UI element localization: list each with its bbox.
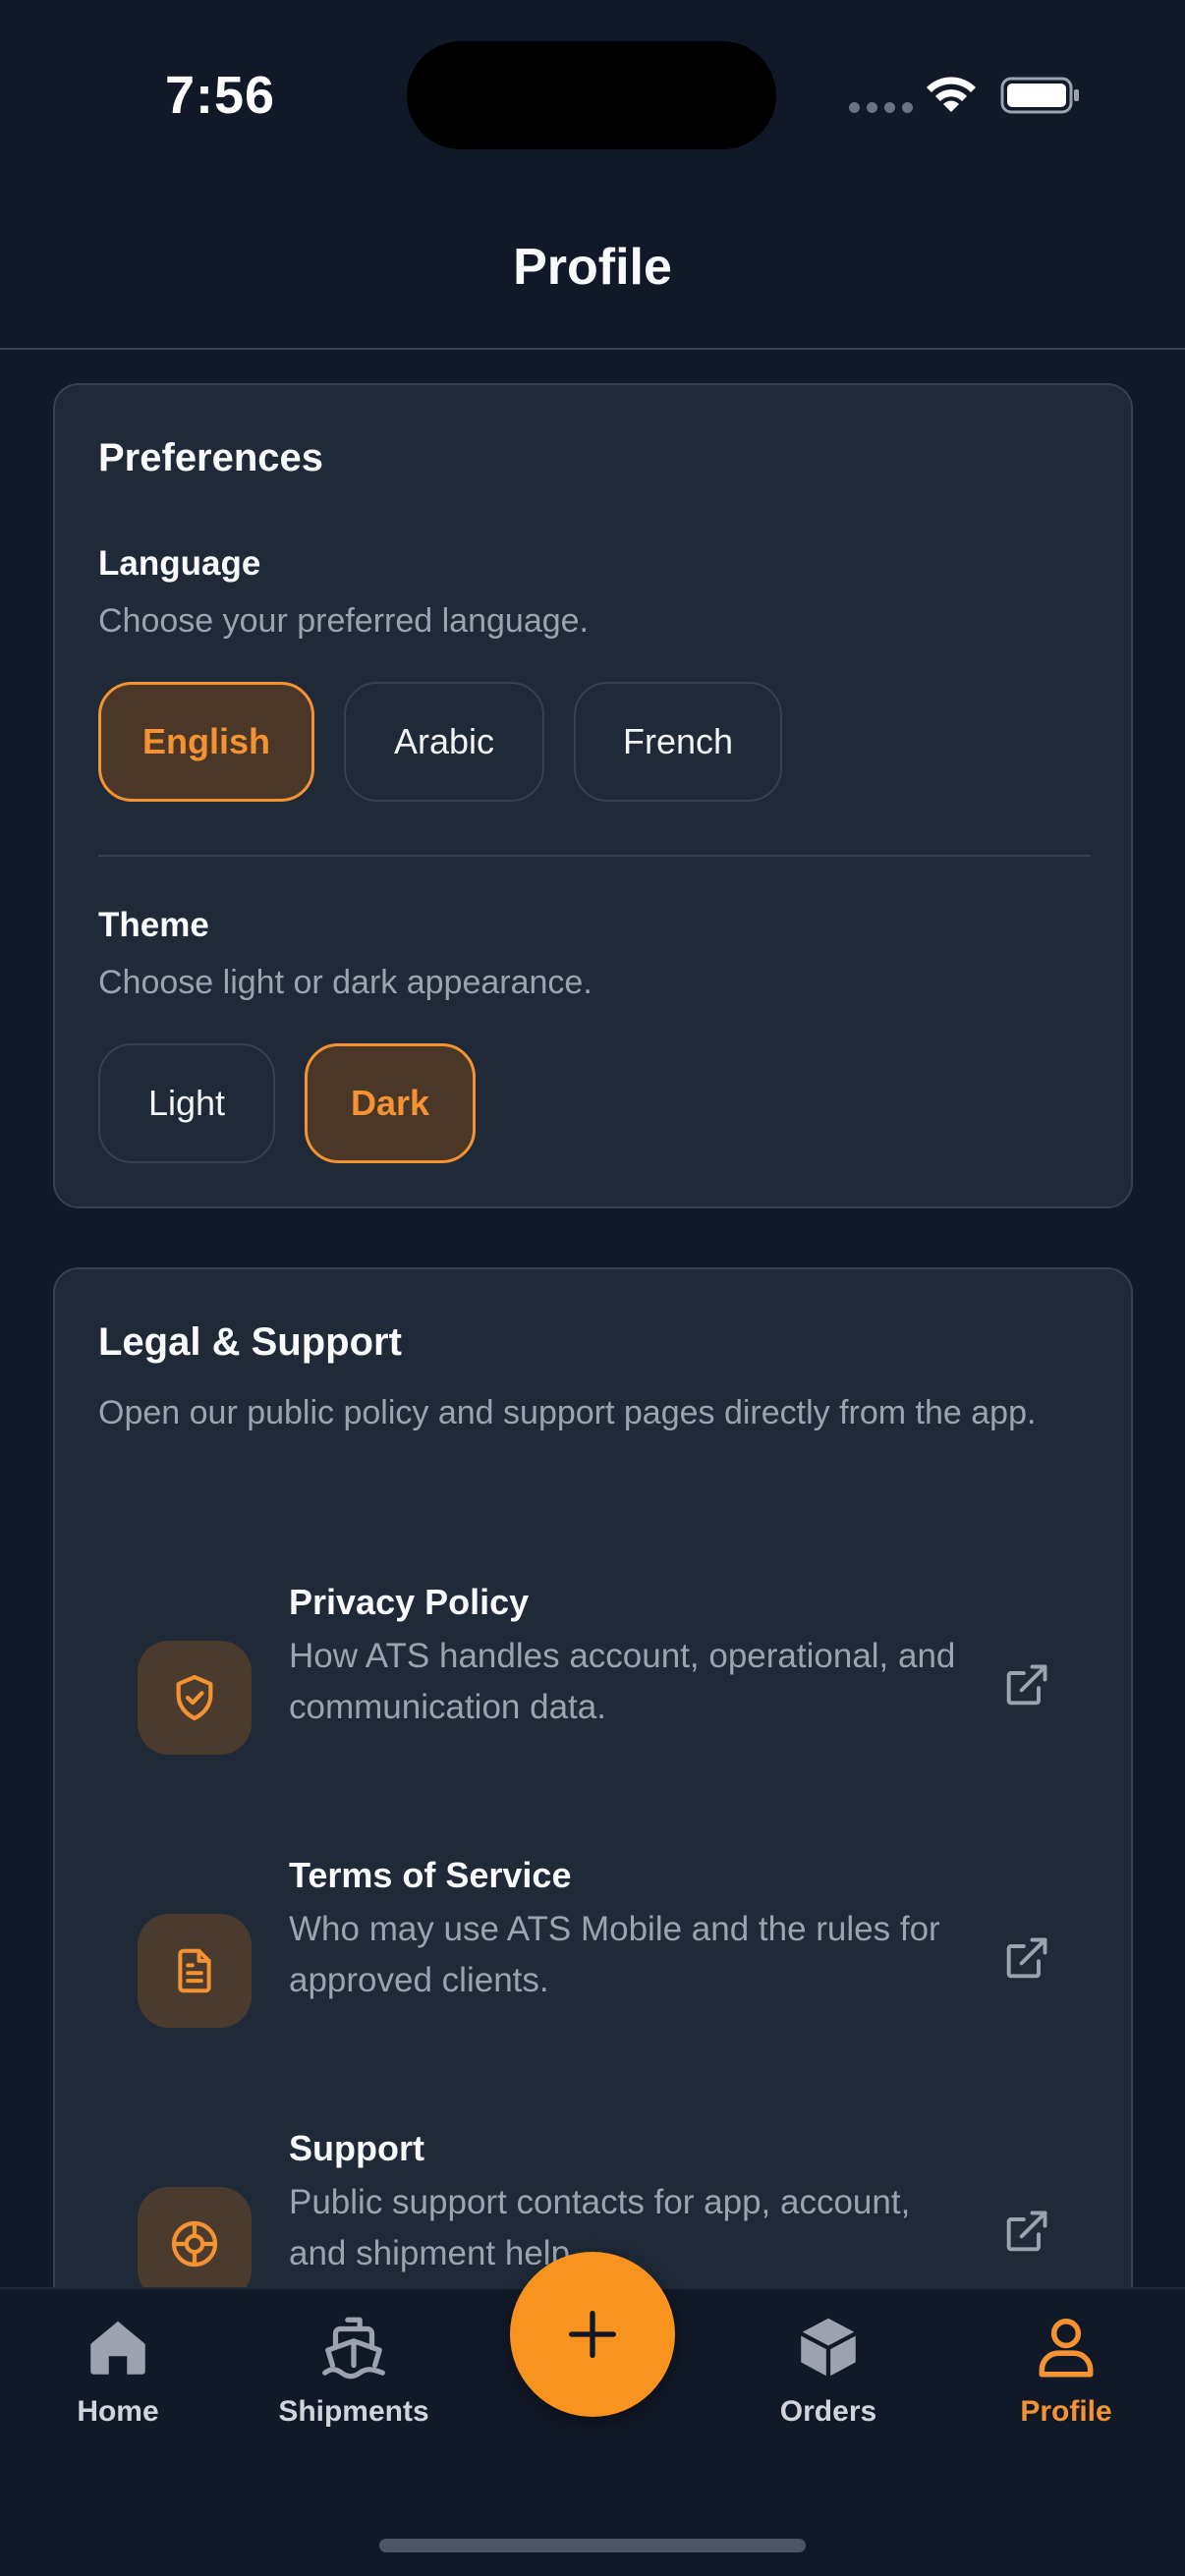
shield-check-icon bbox=[138, 1641, 252, 1755]
legal-item-terms-of-service[interactable]: Terms of Service Who may use ATS Mobile … bbox=[98, 1855, 1091, 2051]
tab-home[interactable]: Home bbox=[20, 2311, 216, 2429]
section-divider bbox=[98, 855, 1091, 857]
wifi-icon bbox=[927, 77, 976, 112]
legal-item-title: Support bbox=[289, 2128, 424, 2168]
status-time: 7:56 bbox=[165, 66, 276, 125]
legal-item-description: How ATS handles account, operational, an… bbox=[289, 1637, 956, 1726]
add-button[interactable] bbox=[510, 2252, 675, 2417]
tab-label: Home bbox=[77, 2395, 159, 2428]
battery-icon bbox=[1000, 77, 1079, 114]
cellular-signal-icon bbox=[849, 102, 913, 113]
theme-option-light[interactable]: Light bbox=[98, 1043, 275, 1163]
page-title: Profile bbox=[513, 239, 672, 296]
preferences-title: Preferences bbox=[98, 436, 324, 479]
box-icon bbox=[801, 2318, 856, 2377]
legal-support-title: Legal & Support bbox=[98, 1320, 402, 1364]
external-link-icon bbox=[1006, 1664, 1047, 1706]
language-description: Choose your preferred language. bbox=[98, 602, 589, 640]
tab-label: Shipments bbox=[278, 2395, 429, 2428]
language-option-arabic[interactable]: Arabic bbox=[344, 682, 544, 802]
tab-label: Profile bbox=[1020, 2395, 1112, 2428]
language-options: English Arabic French bbox=[98, 682, 782, 802]
plus-icon bbox=[569, 2311, 616, 2358]
theme-option-dark[interactable]: Dark bbox=[305, 1043, 476, 1163]
tab-profile[interactable]: Profile bbox=[968, 2311, 1164, 2429]
language-option-english[interactable]: English bbox=[98, 682, 314, 802]
tab-orders[interactable]: Orders bbox=[730, 2311, 927, 2429]
legal-item-title: Privacy Policy bbox=[289, 1582, 530, 1622]
external-link-icon bbox=[1006, 1937, 1047, 1979]
tab-label: Orders bbox=[779, 2395, 877, 2428]
home-indicator bbox=[379, 2539, 806, 2552]
legal-support-description: Open our public policy and support pages… bbox=[98, 1394, 1037, 1431]
home-icon bbox=[90, 2321, 145, 2375]
tab-shipments[interactable]: Shipments bbox=[255, 2311, 452, 2429]
external-link-icon bbox=[1006, 2211, 1047, 2252]
profile-screen: 7:56 Profile Preferences Language Choose… bbox=[0, 0, 1185, 2576]
lifebuoy-icon bbox=[138, 2187, 252, 2301]
ship-icon bbox=[322, 2317, 385, 2380]
legal-item-privacy-policy[interactable]: Privacy Policy How ATS handles account, … bbox=[98, 1582, 1091, 1778]
theme-description: Choose light or dark appearance. bbox=[98, 964, 592, 1001]
user-icon bbox=[1039, 2319, 1094, 2378]
legal-item-description: Who may use ATS Mobile and the rules for… bbox=[289, 1910, 940, 1999]
status-bar: 7:56 bbox=[0, 0, 1185, 187]
dynamic-island bbox=[407, 41, 776, 149]
document-icon bbox=[138, 1914, 252, 2028]
language-option-french[interactable]: French bbox=[574, 682, 782, 802]
language-label: Language bbox=[98, 544, 261, 583]
theme-options: Light Dark bbox=[98, 1043, 476, 1163]
theme-label: Theme bbox=[98, 906, 209, 944]
page-header: Profile bbox=[0, 187, 1185, 350]
legal-item-title: Terms of Service bbox=[289, 1855, 572, 1895]
preferences-card: Preferences Language Choose your preferr… bbox=[53, 383, 1133, 1208]
